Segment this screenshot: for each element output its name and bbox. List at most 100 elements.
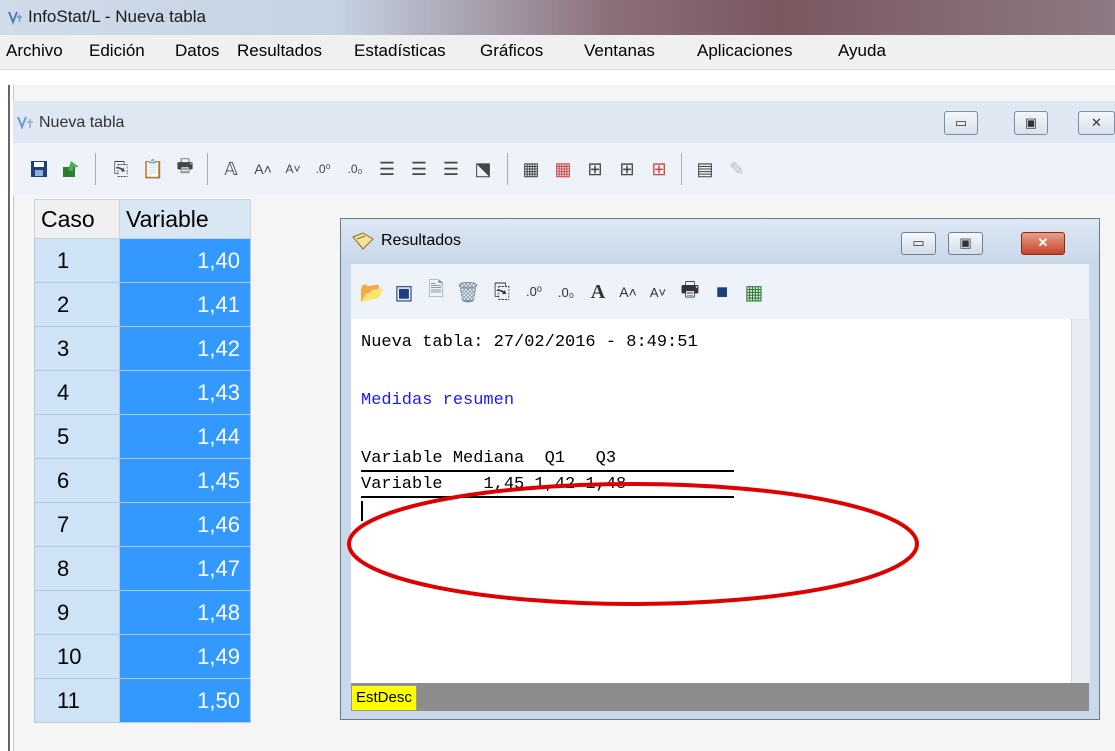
table-row[interactable]: 11 1,50 xyxy=(34,678,251,723)
insert-row-icon[interactable]: ▦ xyxy=(519,157,543,181)
font-icon[interactable]: 𝔸 xyxy=(219,157,243,181)
menu-estadisticas[interactable]: Estadísticas xyxy=(354,41,446,61)
variable-value-cell[interactable]: 1,42 xyxy=(119,326,251,371)
remove-decimal-icon[interactable]: .0₀ xyxy=(343,157,367,181)
minimize-button[interactable]: ▭ xyxy=(944,111,978,135)
table-row[interactable]: 9 1,48 xyxy=(34,590,251,635)
remove-decimal-icon[interactable]: .0₀ xyxy=(553,279,579,305)
variable-value-cell[interactable]: 1,44 xyxy=(119,414,251,459)
variable-value-cell[interactable]: 1,47 xyxy=(119,546,251,591)
case-number-cell[interactable]: 11 xyxy=(34,678,120,723)
results-content[interactable]: Nueva tabla: 27/02/2016 - 8:49:51 Medida… xyxy=(351,319,1071,683)
variable-value-cell[interactable]: 1,45 xyxy=(119,458,251,503)
case-number-cell[interactable]: 2 xyxy=(34,282,120,327)
app-title-bar[interactable]: InfoStat/L - Nueva tabla xyxy=(0,0,1115,35)
copy-icon[interactable]: ⎘ xyxy=(109,157,133,181)
results-section-title: Medidas resumen xyxy=(361,391,515,410)
table-icon[interactable]: ▦ xyxy=(741,279,767,305)
variable-value-cell[interactable]: 1,41 xyxy=(119,282,251,327)
column-header-variable[interactable]: Variable xyxy=(119,199,251,239)
menu-graficos[interactable]: Gráficos xyxy=(480,41,543,61)
results-title: Resultados xyxy=(381,232,462,249)
add-decimal-icon[interactable]: .0⁰ xyxy=(311,157,335,181)
bold-icon[interactable]: A xyxy=(585,279,611,305)
case-number-cell[interactable]: 10 xyxy=(34,634,120,679)
case-number-cell[interactable]: 5 xyxy=(34,414,120,459)
case-number-cell[interactable]: 9 xyxy=(34,590,120,635)
toolbar-separator xyxy=(207,153,208,185)
table-row[interactable]: 3 1,42 xyxy=(34,326,251,371)
variable-value-cell[interactable]: 1,40 xyxy=(119,238,251,283)
camera-icon[interactable]: ■ xyxy=(709,279,735,305)
save-icon[interactable] xyxy=(27,157,51,181)
variable-value-cell[interactable]: 1,46 xyxy=(119,502,251,547)
case-number-cell[interactable]: 1 xyxy=(34,238,120,283)
case-number-cell[interactable]: 8 xyxy=(34,546,120,591)
add-decimal-icon[interactable]: .0⁰ xyxy=(521,279,547,305)
case-number-cell[interactable]: 6 xyxy=(34,458,120,503)
menu-archivo[interactable]: Archivo xyxy=(6,41,63,61)
table-row[interactable]: 4 1,43 xyxy=(34,370,251,415)
table-properties-icon[interactable]: ▤ xyxy=(693,157,717,181)
table-row[interactable]: 8 1,47 xyxy=(34,546,251,591)
case-number-cell[interactable]: 3 xyxy=(34,326,120,371)
menu-resultados[interactable]: Resultados xyxy=(237,41,322,61)
results-window: Resultados ▭ ▣ ✕ 📂 ▣ 🗎 🗑 ⎘ .0⁰ .0₀ A A˄ … xyxy=(340,218,1100,720)
results-maximize-button[interactable]: ▣ xyxy=(948,232,983,255)
edit-icon[interactable]: ✎ xyxy=(725,157,749,181)
status-tab-estdesc[interactable]: EstDesc xyxy=(351,685,417,711)
variable-value-cell[interactable]: 1,48 xyxy=(119,590,251,635)
variable-value-cell[interactable]: 1,49 xyxy=(119,634,251,679)
delete-icon[interactable]: 🗑 xyxy=(455,279,481,305)
maximize-button[interactable]: ▣ xyxy=(1014,111,1048,135)
menu-aplicaciones[interactable]: Aplicaciones xyxy=(697,41,792,61)
close-icon: ✕ xyxy=(1091,115,1102,130)
table-window-icon xyxy=(17,116,33,130)
results-scrollbar[interactable] xyxy=(1071,319,1090,683)
table-row[interactable]: 1 1,40 xyxy=(34,238,251,283)
menu-datos[interactable]: Datos xyxy=(175,41,219,61)
variable-value-cell[interactable]: 1,50 xyxy=(119,678,251,723)
table-row[interactable]: 5 1,44 xyxy=(34,414,251,459)
new-document-icon[interactable]: 🗎 xyxy=(423,279,449,305)
align-left-icon[interactable]: ☰ xyxy=(375,157,399,181)
table-rule xyxy=(361,496,734,498)
child-window-title: Nueva tabla xyxy=(39,114,125,131)
results-close-button[interactable]: ✕ xyxy=(1021,232,1065,255)
table-row[interactable]: 7 1,46 xyxy=(34,502,251,547)
child-window-caption[interactable]: Nueva tabla ▭ ▣ ✕ xyxy=(13,101,1115,143)
menu-bar: Archivo Edición Datos Resultados Estadís… xyxy=(0,35,1115,70)
save-disk-icon[interactable]: ▣ xyxy=(391,279,417,305)
variable-value-cell[interactable]: 1,43 xyxy=(119,370,251,415)
font-decrease-icon[interactable]: A˅ xyxy=(281,157,305,181)
paste-icon[interactable]: 📋 xyxy=(141,157,165,181)
align-right-icon[interactable]: ☰ xyxy=(439,157,463,181)
results-minimize-button[interactable]: ▭ xyxy=(901,232,936,255)
open-folder-icon[interactable]: 📂 xyxy=(359,279,385,305)
table-row[interactable]: 2 1,41 xyxy=(34,282,251,327)
delete-row-icon[interactable]: ▦ xyxy=(551,157,575,181)
export-icon[interactable] xyxy=(59,157,83,181)
font-increase-icon[interactable]: A˄ xyxy=(615,279,641,305)
add-column-icon[interactable]: ⊞ xyxy=(615,157,639,181)
case-number-cell[interactable]: 4 xyxy=(34,370,120,415)
copy-icon[interactable]: ⎘ xyxy=(489,279,515,305)
table-row[interactable]: 6 1,45 xyxy=(34,458,251,503)
column-header-caso[interactable]: Caso xyxy=(34,199,120,239)
menu-ventanas[interactable]: Ventanas xyxy=(584,41,655,61)
font-decrease-icon[interactable]: A˅ xyxy=(645,279,671,305)
case-number-cell[interactable]: 7 xyxy=(34,502,120,547)
menu-edicion[interactable]: Edición xyxy=(89,41,145,61)
maximize-icon: ▣ xyxy=(959,235,972,250)
menu-ayuda[interactable]: Ayuda xyxy=(838,41,886,61)
paint-icon[interactable]: ⬔ xyxy=(471,157,495,181)
print-icon[interactable]: 🖶 xyxy=(677,279,703,305)
align-center-icon[interactable]: ☰ xyxy=(407,157,431,181)
delete-column-icon[interactable]: ⊞ xyxy=(647,157,671,181)
close-button[interactable]: ✕ xyxy=(1078,111,1115,135)
insert-column-icon[interactable]: ⊞ xyxy=(583,157,607,181)
table-row[interactable]: 10 1,49 xyxy=(34,634,251,679)
print-icon[interactable]: 🖶 xyxy=(173,156,197,181)
font-increase-icon[interactable]: A˄ xyxy=(251,157,275,181)
results-caption[interactable]: Resultados ▭ ▣ ✕ xyxy=(341,219,1099,264)
